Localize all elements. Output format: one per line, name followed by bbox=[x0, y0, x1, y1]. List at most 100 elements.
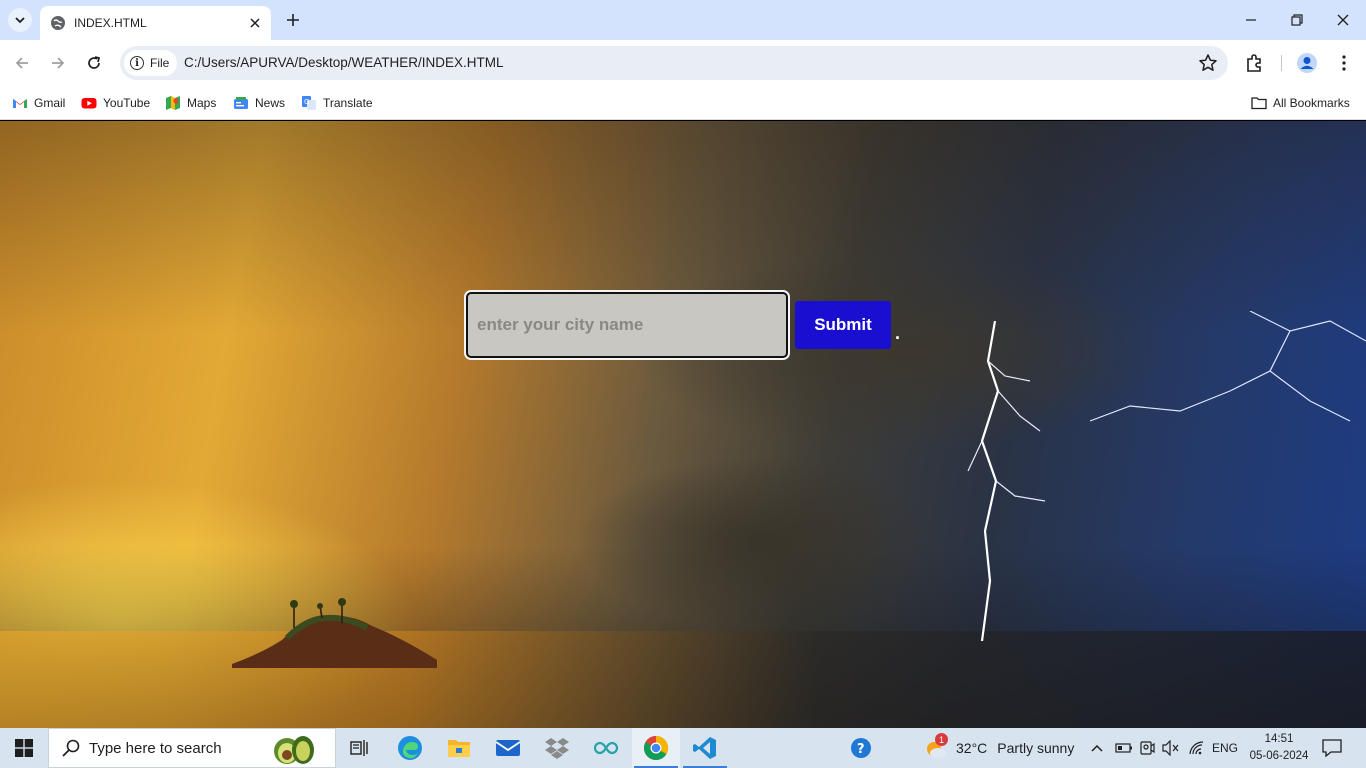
windows-logo-icon bbox=[15, 739, 33, 757]
back-button[interactable] bbox=[8, 49, 36, 77]
vscode-icon bbox=[693, 737, 716, 759]
minimize-icon bbox=[1246, 19, 1256, 21]
maps-icon bbox=[166, 96, 180, 110]
profile-button[interactable] bbox=[1295, 51, 1319, 75]
weather-description: Partly sunny bbox=[997, 740, 1075, 756]
minimize-button[interactable] bbox=[1228, 0, 1274, 40]
forward-arrow-icon bbox=[52, 57, 65, 69]
forward-button[interactable] bbox=[44, 49, 72, 77]
news-icon bbox=[234, 97, 248, 109]
bookmark-gmail[interactable]: Gmail bbox=[12, 92, 65, 114]
close-window-button[interactable] bbox=[1320, 0, 1366, 40]
task-view-icon bbox=[350, 740, 368, 756]
menu-button[interactable] bbox=[1332, 51, 1356, 75]
city-name-input[interactable] bbox=[464, 290, 790, 360]
svg-text:?: ? bbox=[857, 742, 865, 757]
taskbar-edge[interactable] bbox=[386, 728, 434, 768]
back-arrow-icon bbox=[15, 57, 28, 69]
start-button[interactable] bbox=[0, 728, 48, 768]
chrome-icon bbox=[643, 736, 669, 761]
battery-status[interactable] bbox=[1115, 728, 1133, 768]
taskbar-clock[interactable]: 14:51 05-06-2024 bbox=[1244, 731, 1314, 765]
camera-icon bbox=[1140, 741, 1155, 755]
taskbar-chrome[interactable] bbox=[632, 728, 680, 768]
help-icon: ? bbox=[851, 738, 871, 758]
taskbar-file-explorer[interactable] bbox=[435, 728, 483, 768]
bookmark-label: Maps bbox=[187, 96, 217, 110]
meet-now[interactable] bbox=[1139, 728, 1155, 768]
volume-control[interactable] bbox=[1162, 728, 1180, 768]
all-bookmarks-button[interactable]: All Bookmarks bbox=[1251, 92, 1350, 114]
show-hidden-icons[interactable] bbox=[1090, 728, 1104, 768]
weather-widget[interactable]: 1 32°C Partly sunny bbox=[924, 728, 1074, 768]
taskbar-dropbox[interactable] bbox=[533, 728, 581, 768]
clock-time: 14:51 bbox=[1264, 733, 1294, 745]
tab-search-button[interactable] bbox=[8, 8, 32, 32]
svg-text:G: G bbox=[304, 98, 309, 106]
tab-title: INDEX.HTML bbox=[74, 16, 147, 30]
site-info-chip[interactable]: i File bbox=[124, 50, 178, 76]
taskbar-vscode[interactable] bbox=[681, 728, 729, 768]
taskbar-help[interactable]: ? bbox=[837, 728, 885, 768]
volume-muted-icon bbox=[1162, 740, 1179, 756]
globe-icon bbox=[51, 16, 65, 30]
close-tab-icon[interactable] bbox=[247, 15, 263, 31]
battery-icon bbox=[1115, 743, 1132, 753]
taskbar-mail[interactable] bbox=[484, 728, 532, 768]
folder-icon bbox=[448, 740, 470, 757]
avatar-icon bbox=[1297, 53, 1317, 73]
notification-icon bbox=[1322, 739, 1342, 757]
windows-taskbar: Type here to search ? 1 32°C Partly sunn… bbox=[0, 728, 1366, 768]
folder-icon bbox=[1251, 97, 1267, 110]
weather-badge: 1 bbox=[935, 733, 948, 746]
bookmark-translate[interactable]: G Translate bbox=[301, 92, 373, 114]
browser-toolbar: i File C:/Users/APURVA/Desktop/WEATHER/I… bbox=[0, 40, 1366, 86]
reload-icon bbox=[88, 56, 101, 69]
gmail-icon bbox=[13, 99, 27, 108]
browser-tab[interactable]: INDEX.HTML bbox=[40, 6, 271, 40]
new-tab-button[interactable] bbox=[282, 9, 304, 31]
weather-page: Submit . bbox=[0, 121, 1366, 728]
restore-button[interactable] bbox=[1274, 0, 1320, 40]
network-status[interactable] bbox=[1189, 728, 1205, 768]
close-icon bbox=[1337, 14, 1349, 26]
chevron-down-icon bbox=[15, 17, 25, 24]
dropbox-icon bbox=[545, 738, 569, 759]
restore-icon bbox=[1291, 14, 1303, 26]
bookmark-star-icon[interactable] bbox=[1198, 53, 1218, 73]
tab-strip: INDEX.HTML bbox=[0, 0, 1366, 40]
search-icon bbox=[62, 739, 80, 757]
submit-button[interactable]: Submit bbox=[795, 301, 891, 349]
wifi-icon bbox=[1189, 741, 1204, 755]
notifications-button[interactable] bbox=[1322, 728, 1342, 768]
clock-date: 05-06-2024 bbox=[1249, 750, 1309, 762]
bookmark-label: News bbox=[255, 96, 286, 110]
taskbar-search[interactable]: Type here to search bbox=[48, 728, 336, 768]
bookmark-youtube[interactable]: YouTube bbox=[81, 92, 150, 114]
weather-icon: 1 bbox=[924, 733, 948, 760]
url-text[interactable]: C:/Users/APURVA/Desktop/WEATHER/INDEX.HT… bbox=[184, 55, 504, 70]
weather-temp: 32°C bbox=[956, 740, 988, 756]
taskbar-arduino[interactable] bbox=[582, 728, 630, 768]
sea-reflection bbox=[0, 631, 1366, 728]
input-language[interactable]: ENG bbox=[1212, 728, 1238, 768]
avocado-search-highlight-icon bbox=[274, 736, 314, 764]
island-image bbox=[232, 598, 437, 668]
reload-button[interactable] bbox=[80, 49, 108, 77]
translate-icon: G bbox=[302, 96, 316, 110]
site-info-label: File bbox=[150, 56, 170, 70]
bookmark-news[interactable]: News bbox=[233, 92, 285, 114]
task-view-button[interactable] bbox=[336, 728, 384, 768]
taskbar-search-placeholder: Type here to search bbox=[89, 739, 222, 757]
infinity-icon bbox=[593, 741, 619, 755]
extensions-button[interactable] bbox=[1242, 51, 1266, 75]
bookmark-maps[interactable]: Maps bbox=[165, 92, 216, 114]
bookmarks-bar: Gmail YouTube Maps News G Translate All … bbox=[0, 86, 1366, 120]
info-icon: i bbox=[130, 56, 144, 70]
edge-icon bbox=[398, 736, 422, 760]
kebab-menu-icon bbox=[1342, 55, 1346, 71]
all-bookmarks-label: All Bookmarks bbox=[1273, 96, 1350, 110]
address-bar[interactable]: i File C:/Users/APURVA/Desktop/WEATHER/I… bbox=[120, 46, 1228, 80]
puzzle-icon bbox=[1247, 54, 1261, 72]
mail-icon bbox=[495, 740, 521, 756]
